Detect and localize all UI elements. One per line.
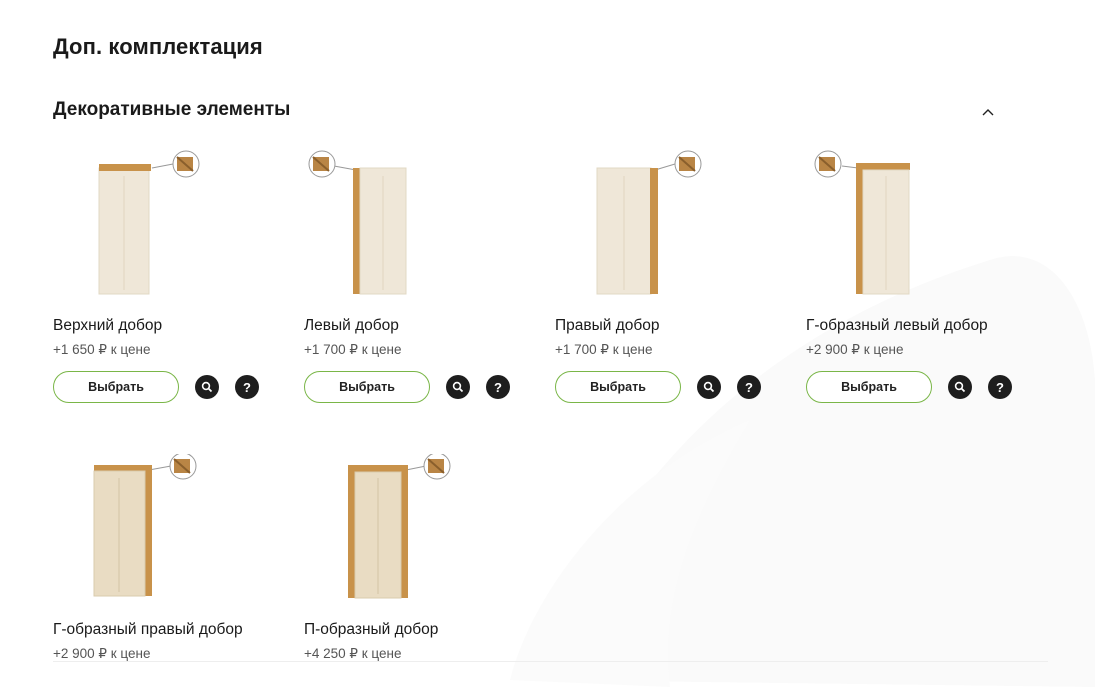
product-card: Верхний добор +1 650 ₽ к цене Выбрать ? <box>53 150 283 403</box>
product-price: +2 900 ₽ к цене <box>806 342 904 357</box>
help-button[interactable]: ? <box>486 375 510 399</box>
product-price: +4 250 ₽ к цене <box>304 646 402 661</box>
section-title: Декоративные элементы <box>53 99 291 120</box>
product-image[interactable] <box>53 452 213 614</box>
magnifier-icon <box>954 381 966 393</box>
divider <box>53 661 1048 662</box>
collapse-section-button[interactable] <box>976 100 1000 124</box>
product-card: Г-образный правый добор +2 900 ₽ к цене <box>53 452 283 661</box>
select-button[interactable]: Выбрать <box>555 371 681 403</box>
magnifier-icon <box>703 381 715 393</box>
question-icon: ? <box>996 379 1004 395</box>
chevron-up-icon <box>982 109 994 116</box>
product-price: +1 650 ₽ к цене <box>53 342 151 357</box>
help-button[interactable]: ? <box>988 375 1012 399</box>
product-image[interactable] <box>555 150 715 310</box>
select-button[interactable]: Выбрать <box>304 371 430 403</box>
product-price: +1 700 ₽ к цене <box>304 342 402 357</box>
product-image[interactable] <box>806 150 966 310</box>
product-image[interactable] <box>304 150 464 310</box>
magnifier-icon <box>452 381 464 393</box>
question-icon: ? <box>494 379 502 395</box>
product-name: Левый добор <box>304 317 399 334</box>
product-name: Правый добор <box>555 317 660 334</box>
zoom-button[interactable] <box>948 375 972 399</box>
product-image[interactable] <box>304 452 464 614</box>
question-icon: ? <box>745 379 753 395</box>
zoom-button[interactable] <box>195 375 219 399</box>
help-button[interactable]: ? <box>235 375 259 399</box>
zoom-button[interactable] <box>446 375 470 399</box>
product-name: Г-образный правый добор <box>53 621 243 638</box>
product-card: Г-образный левый добор +2 900 ₽ к цене В… <box>806 150 1036 403</box>
question-icon: ? <box>243 379 251 395</box>
magnifier-icon <box>201 381 213 393</box>
page-title: Доп. комплектация <box>53 34 263 59</box>
product-price: +2 900 ₽ к цене <box>53 646 151 661</box>
help-button[interactable]: ? <box>737 375 761 399</box>
product-price: +1 700 ₽ к цене <box>555 342 653 357</box>
product-name: Г-образный левый добор <box>806 317 988 334</box>
select-button[interactable]: Выбрать <box>806 371 932 403</box>
product-name: П-образный добор <box>304 621 439 638</box>
product-card: Правый добор +1 700 ₽ к цене Выбрать ? <box>555 150 785 403</box>
select-button[interactable]: Выбрать <box>53 371 179 403</box>
product-card: П-образный добор +4 250 ₽ к цене <box>304 452 534 661</box>
product-image[interactable] <box>53 150 213 310</box>
zoom-button[interactable] <box>697 375 721 399</box>
product-name: Верхний добор <box>53 317 163 334</box>
product-card: Левый добор +1 700 ₽ к цене Выбрать ? <box>304 150 534 403</box>
